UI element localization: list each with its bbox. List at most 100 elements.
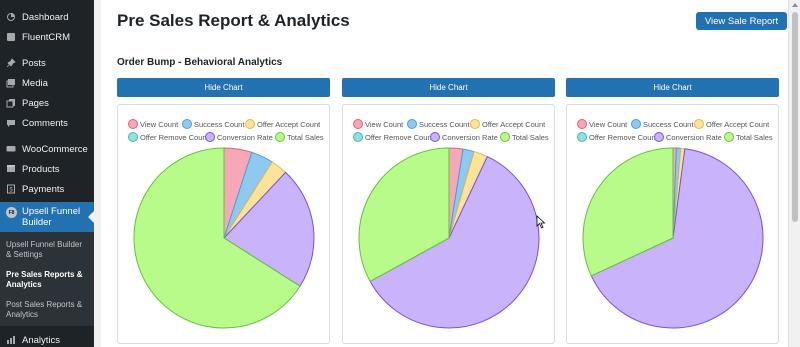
sidebar-item-label: FluentCRM <box>22 31 71 43</box>
legend-swatch <box>407 119 417 129</box>
legend-label: Offer Remove Count <box>589 133 659 142</box>
sidebar-active-label-line1: Upsell Funnel <box>22 206 81 217</box>
submenu-item-post-sales-reports[interactable]: Post Sales Reports & Analytics <box>0 298 94 322</box>
dashboard-icon <box>6 12 16 22</box>
scroll-thumb[interactable] <box>792 12 798 222</box>
sidebar-item-woocommerce[interactable]: WooCommerce <box>0 139 94 159</box>
legend-swatch <box>205 132 215 142</box>
nav-group-shop: WooCommerce Products $ Payments <box>0 139 94 199</box>
mouse-cursor-icon <box>536 215 546 229</box>
legend-swatch <box>470 119 480 129</box>
submenu-item-pre-sales-reports[interactable]: Pre Sales Reports & Analytics <box>0 268 94 292</box>
pie-chart: View Count Success Count Offer Accept Coun… <box>577 119 773 329</box>
admin-sidebar: Dashboard FluentCRM Posts Media Pages Commen… <box>0 0 94 347</box>
comments-icon <box>6 118 16 128</box>
legend-swatch <box>128 132 138 142</box>
legend-label: View Count <box>589 120 628 129</box>
view-sale-report-button[interactable]: View Sale Report <box>696 12 787 30</box>
legend-swatch <box>654 132 664 142</box>
scroll-up-arrow-icon[interactable] <box>792 3 798 7</box>
upsell-submenu: Upsell Funnel Builder & Settings Pre Sal… <box>0 232 94 326</box>
legend-swatch <box>353 132 363 142</box>
hide-chart-button[interactable]: Hide Chart <box>342 78 555 97</box>
legend-label: Offer Remove Count <box>365 133 435 142</box>
pie-chart-panel: View Count Success Count Offer Accept Coun… <box>117 104 330 344</box>
pin-icon <box>6 58 16 68</box>
legend-label: Offer Accept Count <box>257 120 321 129</box>
pages-icon <box>6 98 16 108</box>
products-icon <box>6 164 16 174</box>
upsell-avatar-icon: F8 <box>6 207 17 218</box>
pie-chart-panel: View Count Success Count Offer Accept Coun… <box>342 104 555 344</box>
submenu-label: Analytics <box>6 280 42 289</box>
legend-swatch <box>430 132 440 142</box>
sidebar-item-label: WooCommerce <box>22 143 88 155</box>
sidebar-item-posts[interactable]: Posts <box>0 53 94 73</box>
legend-swatch <box>724 132 734 142</box>
submenu-label: & Settings <box>6 250 43 259</box>
legend-swatch <box>245 119 255 129</box>
sidebar-item-fluentcrm[interactable]: FluentCRM <box>0 27 94 47</box>
sidebar-item-products[interactable]: Products <box>0 159 94 179</box>
nav-group-top: Dashboard FluentCRM <box>0 0 94 47</box>
media-icon <box>6 78 16 88</box>
sidebar-item-pages[interactable]: Pages <box>0 93 94 113</box>
analytics-icon <box>6 335 16 345</box>
pie-chart: View Count Success Count Offer Accept Coun… <box>353 119 549 329</box>
sidebar-item-comments[interactable]: Comments <box>0 113 94 133</box>
legend-label: Success Count <box>194 120 245 129</box>
legend-swatch <box>631 119 641 129</box>
legend-label: View Count <box>365 120 404 129</box>
page-title: Pre Sales Report & Analytics <box>117 11 350 30</box>
page-scrollbar[interactable] <box>788 0 800 347</box>
sidebar-item-dashboard[interactable]: Dashboard <box>0 7 94 27</box>
legend-swatch <box>577 132 587 142</box>
legend-swatch <box>275 132 285 142</box>
legend-label: Offer Accept Count <box>482 120 546 129</box>
legend-swatch <box>694 119 704 129</box>
legend-swatch <box>500 132 510 142</box>
woocommerce-icon <box>6 144 16 154</box>
sidebar-active-label-line2: Builder <box>22 217 52 228</box>
sidebar-item-label: Payments <box>22 183 65 195</box>
legend-label: Success Count <box>419 120 470 129</box>
fluentcrm-icon <box>6 32 16 42</box>
legend-label: Total Sales <box>512 133 549 142</box>
legend-label: View Count <box>140 120 179 129</box>
sidebar-item-label: Posts <box>22 57 46 69</box>
legend-swatch <box>128 119 138 129</box>
legend-swatch <box>353 119 363 129</box>
submenu-label: Post Sales Reports & <box>6 300 83 309</box>
legend-label: Total Sales <box>287 133 324 142</box>
section-title: Order Bump - Behavioral Analytics <box>117 57 283 68</box>
pie-chart-panel: View Count Success Count Offer Accept Coun… <box>566 104 779 344</box>
sidebar-item-label: Media <box>22 77 48 89</box>
legend-label: Conversion Rate <box>442 133 498 142</box>
sidebar-item-media[interactable]: Media <box>0 73 94 93</box>
wp-admin-screen: Dashboard FluentCRM Posts Media Pages Commen… <box>0 0 800 347</box>
chart-column-2: Hide Chart View Count Success Count Offer … <box>342 78 555 344</box>
main-content: Pre Sales Report & Analytics View Sale R… <box>94 0 788 347</box>
chart-column-1: Hide Chart View Count Success Count Offer … <box>117 78 330 344</box>
hide-chart-button[interactable]: Hide Chart <box>117 78 330 97</box>
legend-label: Success Count <box>643 120 694 129</box>
legend-swatch <box>577 119 587 129</box>
chart-column-3: Hide Chart View Count Success Count Offer … <box>566 78 779 344</box>
sidebar-item-analytics[interactable]: Analytics <box>0 330 94 347</box>
nav-group-content: Posts Media Pages Comments <box>0 53 94 133</box>
sidebar-item-upsell-funnel-builder[interactable]: F8 Upsell Funnel Builder <box>0 202 94 232</box>
submenu-label: Pre Sales Reports & <box>6 270 83 279</box>
hide-chart-button[interactable]: Hide Chart <box>566 78 779 97</box>
legend-label: Conversion Rate <box>217 133 273 142</box>
legend-label: Total Sales <box>736 133 773 142</box>
legend-label: Conversion Rate <box>666 133 722 142</box>
submenu-label: Upsell Funnel Builder <box>6 240 83 249</box>
pie-chart: View Count Success Count Offer Accept Coun… <box>128 119 324 329</box>
sidebar-item-payments[interactable]: $ Payments <box>0 179 94 199</box>
sidebar-item-label: Dashboard <box>22 11 69 23</box>
legend-label: Offer Accept Count <box>706 120 770 129</box>
report-card: Pre Sales Report & Analytics View Sale R… <box>101 0 788 347</box>
submenu-label: Analytics <box>6 310 39 319</box>
legend-swatch <box>182 119 192 129</box>
submenu-item-builder-settings[interactable]: Upsell Funnel Builder & Settings <box>0 238 94 262</box>
